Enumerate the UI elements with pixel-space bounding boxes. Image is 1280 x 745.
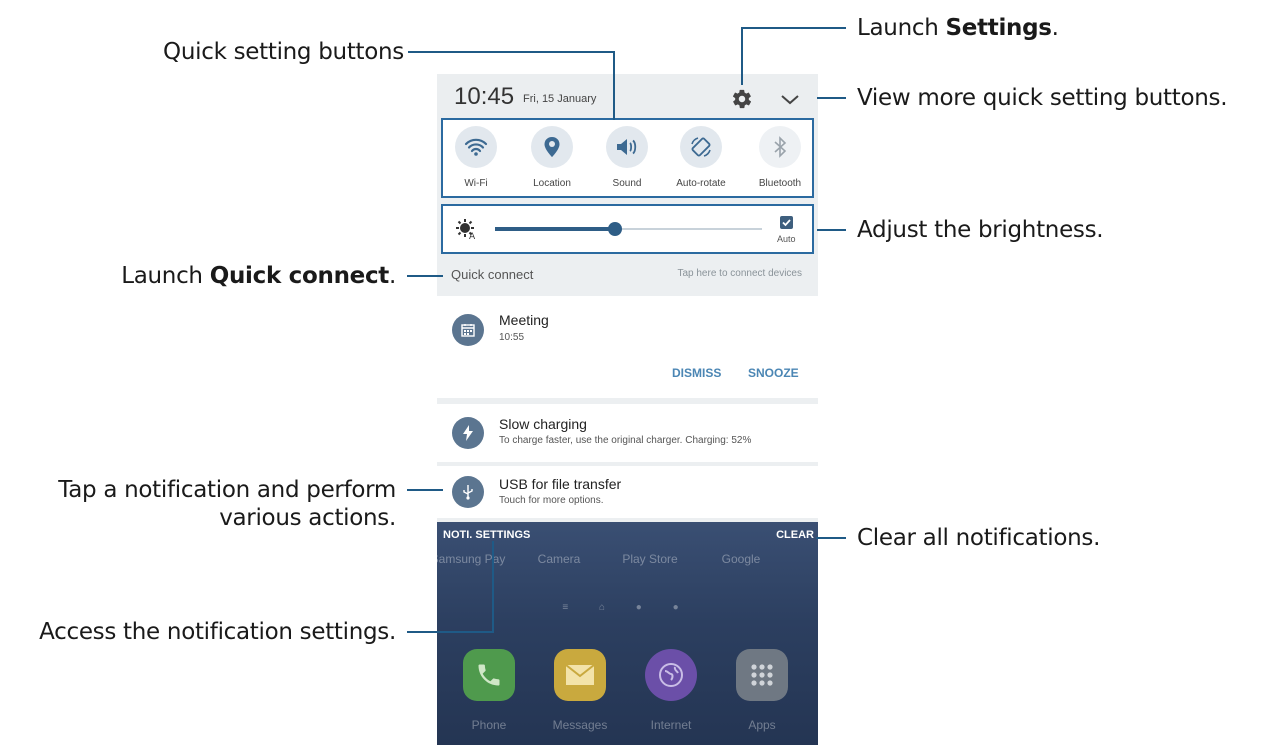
leader-line [407, 489, 443, 491]
quick-connect-bar[interactable]: Quick connect Tap here to connect device… [437, 260, 818, 290]
callout-line: various actions. [219, 505, 396, 531]
notification-text: 10:55 [499, 332, 525, 343]
callout-access-notification-settings: Access the notification settings. [39, 619, 396, 645]
callout-text: Launch [121, 263, 210, 289]
home-screen: Samsung Pay Camera Play Store Google ≡ ⌂… [437, 522, 818, 745]
home-app-label: Google [721, 552, 761, 566]
leader-line [741, 27, 743, 85]
callout-adjust-brightness: Adjust the brightness. [857, 217, 1104, 243]
callout-line: Tap a notification and perform [58, 477, 396, 503]
apps-icon[interactable] [736, 649, 788, 701]
quick-connect-label: Quick connect [451, 267, 534, 282]
gear-icon[interactable] [731, 88, 753, 110]
callout-text: Launch [857, 15, 946, 41]
clock: 10:45 [454, 83, 515, 110]
home-app-label: Messages [552, 718, 608, 732]
usb-icon [452, 476, 484, 508]
callout-bold-text: Settings [945, 15, 1052, 41]
status-bar: 10:45 Fri, 15 January [437, 74, 818, 120]
callout-view-more: View more quick setting buttons. [857, 85, 1228, 111]
callout-bold-text: Quick connect [209, 263, 390, 289]
leader-line [613, 51, 615, 120]
leader-line [817, 97, 846, 99]
notification-slow-charging[interactable]: Slow charging To charge faster, use the … [437, 404, 818, 462]
date: Fri, 15 January [523, 93, 597, 105]
page-indicator: ≡ ⌂ ● ● [562, 602, 693, 613]
phone-icon[interactable] [463, 649, 515, 701]
calendar-icon [452, 314, 484, 346]
quick-connect-hint: Tap here to connect devices [677, 268, 802, 279]
leader-line [817, 229, 846, 231]
callout-text: . [1051, 15, 1059, 41]
notification-text: To charge faster, use the original charg… [499, 435, 752, 446]
brightness-highlight [441, 204, 814, 254]
callout-clear-all: Clear all notifications. [857, 525, 1101, 551]
lightning-icon [452, 417, 484, 449]
messages-icon[interactable] [554, 649, 606, 701]
leader-line [408, 51, 615, 53]
notification-usb-file-transfer[interactable]: USB for file transfer Touch for more opt… [437, 466, 818, 518]
dismiss-button[interactable]: DISMISS [672, 366, 721, 380]
phone-screen: Samsung Pay Camera Play Store Google ≡ ⌂… [437, 74, 818, 745]
callout-tap-notification: Tap a notification and perform various a… [58, 476, 396, 532]
noti-settings-button[interactable]: NOTI. SETTINGS [443, 529, 530, 541]
leader-line [407, 275, 443, 277]
notification-title: Meeting [499, 312, 549, 328]
leader-line [741, 27, 846, 29]
leader-line [816, 537, 846, 539]
home-app-label: Apps [748, 718, 776, 732]
home-app-label: Camera [537, 552, 581, 566]
clear-button[interactable]: CLEAR [776, 529, 814, 541]
snooze-button[interactable]: SNOOZE [748, 366, 799, 380]
callout-quick-setting-buttons: Quick setting buttons [163, 39, 404, 65]
notification-meeting[interactable]: Meeting 10:55 DISMISS SNOOZE [437, 296, 818, 398]
home-app-label: Phone [471, 718, 507, 732]
internet-icon[interactable] [645, 649, 697, 701]
quick-settings-highlight [441, 118, 814, 198]
home-app-label: Samsung Pay [437, 552, 506, 566]
notification-text: Touch for more options. [499, 495, 604, 506]
home-app-label: Internet [650, 718, 692, 732]
home-app-label: Play Store [622, 552, 678, 566]
callout-text: . [388, 263, 396, 289]
notification-title: USB for file transfer [499, 476, 622, 492]
callout-launch-quick-connect: Launch Quick connect. [121, 262, 396, 290]
chevron-down-icon[interactable] [779, 88, 801, 110]
leader-line [407, 631, 494, 633]
leader-line [492, 541, 494, 633]
callout-launch-settings: Launch Settings. [857, 14, 1059, 42]
notification-title: Slow charging [499, 416, 587, 432]
